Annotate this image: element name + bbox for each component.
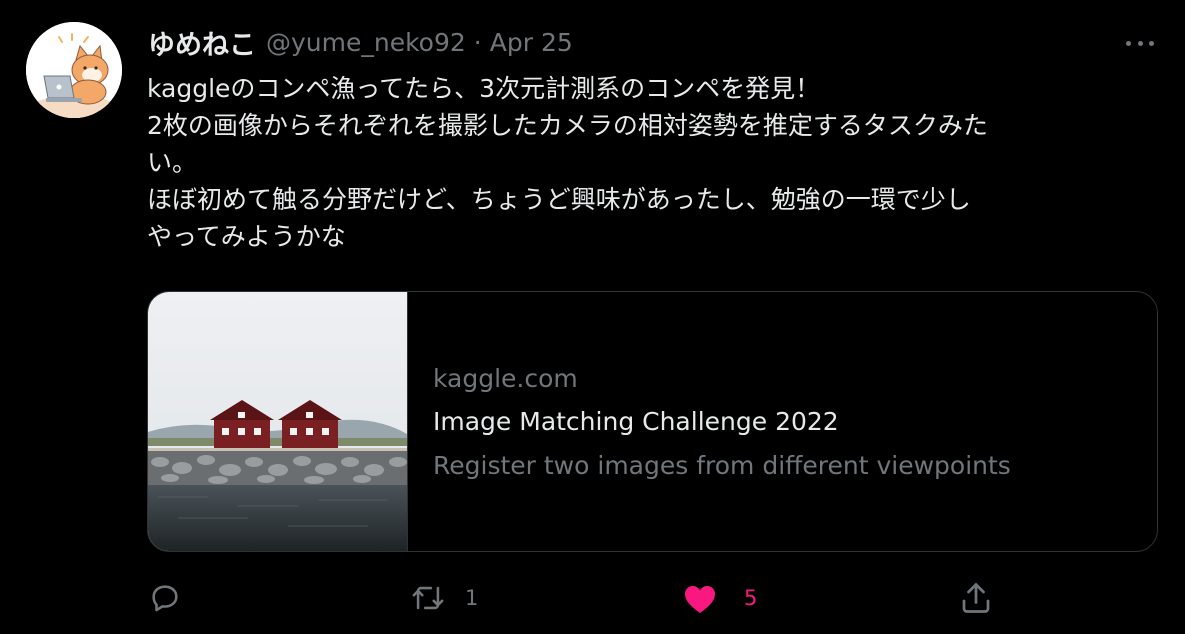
- retweet-button[interactable]: 1: [409, 578, 478, 618]
- tweet-header: ゆめねこ @yume_neko92 · Apr 25: [148, 23, 573, 62]
- card-title: Image Matching Challenge 2022: [433, 407, 839, 436]
- tweet-text-line: やってみようかな: [147, 222, 346, 251]
- tweet-date[interactable]: Apr 25: [490, 28, 573, 57]
- heart-icon: [685, 586, 715, 613]
- avatar[interactable]: [26, 22, 122, 118]
- cat-with-laptop-illustration: [26, 22, 122, 118]
- like-count: 5: [744, 586, 758, 610]
- card-divider: [407, 292, 408, 551]
- like-button[interactable]: 5: [682, 578, 757, 618]
- more-dot-icon: [1149, 40, 1154, 46]
- card-thumbnail-image: [148, 292, 407, 551]
- tweet-text: kaggleのコンペ漁ってたら、3次元計測系のコンペを発見！ 2枚の画像からそれ…: [147, 70, 1157, 255]
- display-name[interactable]: ゆめねこ: [148, 23, 256, 62]
- reply-icon: [152, 585, 178, 612]
- tweet-text-line: い。: [147, 148, 198, 177]
- more-dot-icon: [1137, 40, 1143, 46]
- retweet-icon: [412, 586, 444, 610]
- separator-dot: ·: [473, 27, 482, 57]
- tweet-text-line: ほぼ初めて触る分野だけど、ちょうど興味があったし、勉強の一環で少し: [147, 185, 971, 214]
- more-options-button[interactable]: [1120, 30, 1160, 56]
- user-handle[interactable]: @yume_neko92: [266, 28, 466, 57]
- link-preview-card[interactable]: kaggle.com Image Matching Challenge 2022…: [147, 291, 1158, 552]
- share-button[interactable]: [958, 578, 994, 618]
- tweet-text-line: kaggleのコンペ漁ってたら、3次元計測系のコンペを発見！: [147, 74, 821, 103]
- tweet-text-line: 2枚の画像からそれぞれを撮影したカメラの相対姿勢を推定するタスクみた: [147, 111, 988, 140]
- card-domain: kaggle.com: [433, 364, 578, 393]
- more-dot-icon: [1126, 40, 1131, 46]
- share-icon: [962, 583, 990, 613]
- card-description: Register two images from different viewp…: [433, 451, 1011, 480]
- reply-button[interactable]: [148, 578, 182, 618]
- retweet-count: 1: [465, 586, 479, 610]
